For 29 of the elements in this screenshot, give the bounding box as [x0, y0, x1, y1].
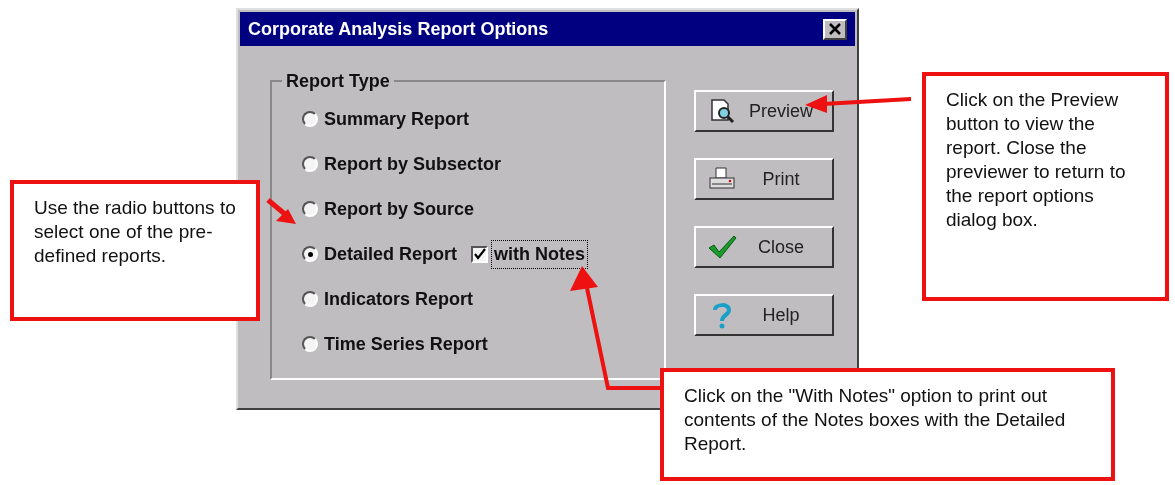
window-title: Corporate Analysis Report Options — [248, 17, 549, 41]
arrow — [266, 198, 298, 226]
radio-label: Indicators Report — [324, 287, 474, 311]
dialog-button[interactable]: Help — [694, 294, 834, 336]
report-radio[interactable] — [302, 201, 318, 217]
callout-text: Click on the "With Notes" option to print out contents of the Notes boxes with the Detailed Report. — [684, 384, 1067, 456]
close-button[interactable] — [823, 18, 847, 40]
report-radio[interactable] — [302, 336, 318, 352]
callout-text: Click on the Preview button to view the report. Close the previewer to return to the report options dialog box. — [946, 88, 1127, 232]
question-mark-icon — [712, 301, 732, 329]
report-radio[interactable] — [302, 291, 318, 307]
radio-label: Report by Subsector — [324, 152, 502, 176]
report-radio[interactable] — [302, 246, 318, 262]
radio-label: Summary Report — [324, 107, 470, 131]
magnifier-page-icon — [709, 98, 735, 124]
dialog-button[interactable]: Preview — [694, 90, 834, 132]
check-icon — [707, 234, 737, 260]
dialog-button[interactable]: Print — [694, 158, 834, 200]
report-radio[interactable] — [302, 111, 318, 127]
checkbox-label: with Notes — [491, 239, 589, 269]
callout-text: Use the radio buttons to select one of the pre-defined reports. — [34, 196, 236, 268]
close-icon — [829, 23, 841, 35]
dialog-button[interactable]: Close — [694, 226, 834, 268]
radio-label: Detailed Report — [324, 242, 458, 266]
notes-checkbox[interactable] — [471, 245, 489, 263]
report-radio[interactable] — [302, 156, 318, 172]
radio-label: Report by Source — [324, 197, 475, 221]
printer-icon — [708, 166, 736, 192]
radio-label: Time Series Report — [324, 332, 488, 356]
